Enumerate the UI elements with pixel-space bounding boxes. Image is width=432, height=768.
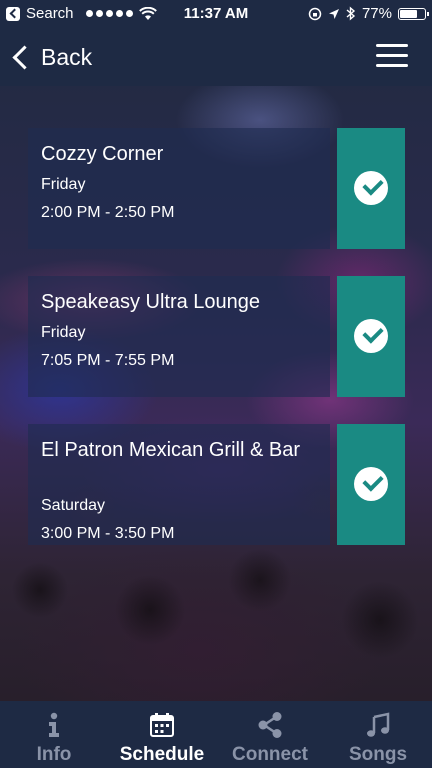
venue-name: Cozzy Corner xyxy=(41,143,164,165)
back-button[interactable]: Back xyxy=(10,42,92,72)
tab-schedule[interactable]: Schedule xyxy=(108,701,216,768)
tab-bar: Info Schedule Connect Songs xyxy=(0,701,432,768)
performance-time: 3:00 PM - 3:50 PM xyxy=(41,525,175,542)
venue-name: El Patron Mexican Grill & Bar xyxy=(41,439,300,461)
tab-label: Schedule xyxy=(119,744,205,765)
hamburger-menu-button[interactable] xyxy=(376,44,408,68)
performance-day: Friday xyxy=(41,324,86,341)
tab-label: Connect xyxy=(232,744,308,765)
tab-connect[interactable]: Connect xyxy=(216,701,324,768)
attending-check-button[interactable] xyxy=(337,128,405,249)
hamburger-line xyxy=(376,44,408,47)
status-right: 77% xyxy=(308,5,429,22)
hamburger-line xyxy=(376,54,408,57)
tab-label: Songs xyxy=(348,744,408,765)
battery-percent: 77% xyxy=(361,5,392,22)
tab-label: Info xyxy=(36,744,72,765)
attending-check-button[interactable] xyxy=(337,424,405,545)
info-icon xyxy=(49,712,59,737)
schedule-item-info[interactable]: Speakeasy Ultra Lounge Friday 7:05 PM - … xyxy=(28,276,330,397)
status-bar: Search 11:37 AM 77% xyxy=(0,0,432,28)
battery-fill xyxy=(400,9,417,18)
check-circle-icon xyxy=(354,319,388,353)
performance-day: Saturday xyxy=(41,497,106,514)
check-circle-icon xyxy=(354,467,388,501)
schedule-item-info[interactable]: Cozzy Corner Friday 2:00 PM - 2:50 PM xyxy=(28,128,330,249)
rotation-lock-icon xyxy=(308,7,322,20)
battery-icon xyxy=(398,7,429,20)
performance-time: 7:05 PM - 7:55 PM xyxy=(41,352,175,369)
performance-time: 2:00 PM - 2:50 PM xyxy=(41,204,175,221)
calendar-icon xyxy=(150,713,174,737)
music-note-icon xyxy=(367,712,390,737)
navigation-bar: Back xyxy=(0,28,432,86)
schedule-item[interactable]: Speakeasy Ultra Lounge Friday 7:05 PM - … xyxy=(28,276,405,397)
schedule-item[interactable]: Cozzy Corner Friday 2:00 PM - 2:50 PM xyxy=(28,128,405,249)
attending-check-button[interactable] xyxy=(337,276,405,397)
location-icon xyxy=(328,8,339,19)
venue-name: Speakeasy Ultra Lounge xyxy=(41,291,261,313)
hamburger-line xyxy=(376,64,408,67)
check-circle-icon xyxy=(354,171,388,205)
performance-day: Friday xyxy=(41,176,86,193)
schedule-item[interactable]: El Patron Mexican Grill & Bar Saturday 3… xyxy=(28,424,405,545)
tab-songs[interactable]: Songs xyxy=(324,701,432,768)
schedule-item-info[interactable]: El Patron Mexican Grill & Bar Saturday 3… xyxy=(28,424,330,545)
share-icon xyxy=(258,712,282,738)
tab-info[interactable]: Info xyxy=(0,701,108,768)
back-label: Back xyxy=(41,43,93,70)
bluetooth-icon xyxy=(346,6,356,21)
chevron-left-icon xyxy=(12,44,37,70)
